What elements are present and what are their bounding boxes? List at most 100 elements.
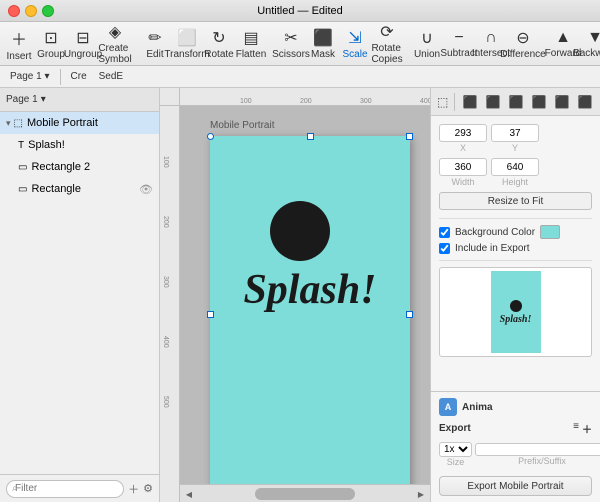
ruler-v-500: 500	[162, 396, 169, 408]
toolbar-mask[interactable]: ⬛ Mask	[308, 26, 338, 62]
include-export-checkbox[interactable]	[439, 243, 450, 254]
export-list-icon[interactable]: ≡	[573, 421, 579, 436]
scroll-right-button[interactable]: ▶	[412, 485, 430, 502]
minimize-button[interactable]	[25, 5, 37, 17]
toolbar-subtract[interactable]: − Subtract	[444, 27, 474, 61]
toolbar-union-label: Union	[414, 49, 440, 60]
create-symbol-icon: ◈	[109, 22, 121, 42]
export-button[interactable]: Export Mobile Portrait	[439, 476, 592, 496]
bg-color-checkbox[interactable]	[439, 227, 450, 238]
toolbar-scale[interactable]: ⇲ Scale	[340, 26, 370, 62]
ruler-tick-100: 100	[240, 98, 252, 105]
y-label: Y	[512, 143, 518, 153]
maximize-button[interactable]	[42, 5, 54, 17]
canvas-area[interactable]: 100 200 300 400 500 100 200 300 400 500	[160, 88, 430, 502]
align-top-icon[interactable]: ⬛	[459, 91, 481, 113]
sidebar-footer-actions: ＋ ⚙	[128, 481, 153, 497]
expand-icon: ▾	[6, 118, 11, 129]
layers-list: ▾ ⬚ Mobile Portrait T Splash! ▭ Rectangl…	[0, 112, 159, 474]
ruler-v-300: 300	[162, 276, 169, 288]
toolbar-flatten[interactable]: ▤ Flatten	[236, 26, 266, 62]
toolbar2-sep	[60, 69, 61, 85]
width-input[interactable]	[439, 158, 487, 176]
sidebar-header: Page 1 ▾	[0, 88, 159, 112]
page-label: Page 1	[10, 71, 42, 82]
bg-color-swatch[interactable]	[540, 225, 560, 239]
toolbar-group-label: Group	[37, 49, 65, 60]
toolbar-union[interactable]: ∪ Union	[412, 26, 442, 62]
position-x-input[interactable]	[439, 124, 487, 142]
layer-splash-label: Splash!	[28, 139, 65, 151]
scroll-left-button[interactable]: ◀	[180, 485, 198, 502]
align-hleft-icon[interactable]: ⬛	[528, 91, 550, 113]
scrollbar-thumb[interactable]	[255, 488, 355, 500]
resize-to-fit-button[interactable]: Resize to Fit	[439, 192, 592, 210]
layer-splash[interactable]: T Splash!	[0, 134, 159, 156]
visibility-icon[interactable]: 👁	[139, 183, 153, 196]
align-left-icon[interactable]: ⬚	[435, 91, 450, 113]
toolbar-ungroup[interactable]: ⊟ Ungroup	[68, 26, 98, 62]
toolbar-create-symbol[interactable]: ◈ Create Symbol	[100, 20, 130, 67]
export-add-icon[interactable]: ＋	[582, 421, 592, 436]
toolbar-mask-label: Mask	[311, 49, 335, 60]
canvas-background[interactable]: Splash! Mobile Portrait ↖	[180, 106, 430, 484]
export-prefix-input[interactable]	[475, 443, 600, 456]
close-button[interactable]	[8, 5, 20, 17]
scissors-icon: ✂	[284, 28, 297, 48]
height-input[interactable]	[491, 158, 539, 176]
align-hright-icon[interactable]: ⬛	[574, 91, 596, 113]
layer-rectangle-label: Rectangle	[31, 183, 81, 195]
width-label: Width	[451, 177, 474, 187]
page-dropdown[interactable]: Page 1 ▾	[6, 94, 46, 105]
ruler-corner	[160, 88, 180, 106]
height-group: Height	[491, 158, 539, 187]
layer-rectangle[interactable]: ▭ Rectangle 👁	[0, 178, 159, 200]
horizontal-scrollbar[interactable]: ◀ ▶	[180, 484, 430, 502]
export-options-row: 1x 2x 3x Size Prefix/Suffix PNG JPG SVG	[439, 440, 592, 468]
layer-rectangle2[interactable]: ▭ Rectangle 2	[0, 156, 159, 178]
subtract-icon: −	[454, 29, 463, 47]
add-layer-button[interactable]: ＋	[128, 481, 139, 497]
toolbar-transform[interactable]: ⬜ Transform	[172, 26, 202, 62]
handle-top-center[interactable]	[307, 133, 314, 140]
align-vcenter-icon[interactable]: ⬛	[482, 91, 504, 113]
search-icon: ⌕	[12, 483, 18, 494]
toolbar-ungroup-label: Ungroup	[64, 49, 102, 60]
page-selector[interactable]: Page 1 ▾	[6, 70, 54, 83]
export-plugin-header: A Anima	[439, 398, 592, 416]
splash-circle	[270, 201, 330, 261]
toolbar-transform-label: Transform	[164, 49, 209, 60]
position-y-input[interactable]	[491, 124, 539, 142]
layer-mobile-portrait[interactable]: ▾ ⬚ Mobile Portrait	[0, 112, 159, 134]
bg-color-row: Background Color	[439, 225, 592, 239]
toolbar2-cre[interactable]: Cre	[67, 70, 91, 83]
toolbar-backward[interactable]: ▼ Backward	[580, 27, 600, 61]
artboard-mobile-portrait[interactable]: Splash!	[210, 136, 410, 484]
toolbar-edit-label: Edit	[146, 49, 163, 60]
handle-middle-right[interactable]	[406, 311, 413, 318]
toolbar-group[interactable]: ⊡ Group	[36, 26, 66, 62]
align-hcenter-icon[interactable]: ⬛	[551, 91, 573, 113]
ruler-tick-200: 200	[300, 98, 312, 105]
handle-middle-left[interactable]	[207, 311, 214, 318]
toolbar-insert[interactable]: ＋ Insert	[4, 24, 34, 64]
rpt-sep1	[454, 93, 455, 111]
toolbar-rotate[interactable]: ↻ Rotate	[204, 26, 234, 62]
toolbar-backward-label: Backward	[573, 48, 600, 59]
export-size-select[interactable]: 1x 2x 3x	[439, 442, 472, 457]
align-bottom-icon[interactable]: ⬛	[505, 91, 527, 113]
layers-search-input[interactable]	[6, 480, 124, 498]
toolbar-scissors[interactable]: ✂ Scissors	[276, 26, 306, 62]
sidebar-footer: ⌕ ＋ ⚙	[0, 474, 159, 502]
union-icon: ∪	[421, 28, 433, 48]
handle-top-right[interactable]	[406, 133, 413, 140]
toolbar-difference[interactable]: ⊖ Difference	[508, 26, 538, 62]
flatten-icon: ▤	[243, 28, 258, 48]
toolbar-rotate-copies[interactable]: ⟳ Rotate Copies	[372, 20, 402, 67]
toolbar2-sede[interactable]: SedE	[95, 70, 127, 83]
handle-top-left[interactable]	[207, 133, 214, 140]
toolbar-rotate-copies-label: Rotate Copies	[371, 43, 402, 65]
settings-icon[interactable]: ⚙	[143, 482, 153, 495]
main-area: Page 1 ▾ ▾ ⬚ Mobile Portrait T Splash! ▭…	[0, 88, 600, 502]
artboard-label: Mobile Portrait	[210, 120, 274, 131]
